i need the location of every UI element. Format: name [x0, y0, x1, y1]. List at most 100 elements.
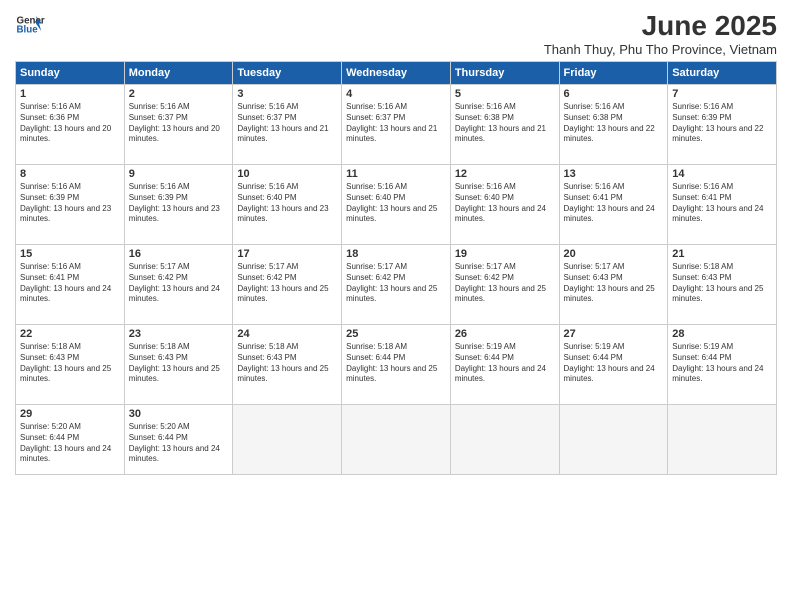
day-info: Sunrise: 5:19 AMSunset: 6:44 PMDaylight:… — [672, 342, 772, 385]
day-info: Sunrise: 5:16 AMSunset: 6:37 PMDaylight:… — [129, 102, 229, 145]
day-number: 14 — [672, 168, 772, 180]
table-row: 10 Sunrise: 5:16 AMSunset: 6:40 PMDayligh… — [233, 165, 342, 245]
table-row: 16 Sunrise: 5:17 AMSunset: 6:42 PMDayligh… — [124, 245, 233, 325]
day-number: 6 — [564, 88, 664, 100]
main-title: June 2025 — [544, 10, 777, 42]
table-row: 1Sunrise: 5:16 AMSunset: 6:36 PMDaylight… — [16, 85, 125, 165]
table-row: 17 Sunrise: 5:17 AMSunset: 6:42 PMDayligh… — [233, 245, 342, 325]
day-number: 7 — [672, 88, 772, 100]
day-info: Sunrise: 5:18 AMSunset: 6:43 PMDaylight:… — [129, 342, 229, 385]
svg-text:Blue: Blue — [17, 25, 39, 36]
day-number: 21 — [672, 248, 772, 260]
logo: General Blue — [15, 10, 45, 40]
day-info: Sunrise: 5:16 AMSunset: 6:41 PMDaylight:… — [20, 262, 120, 305]
day-info: Sunrise: 5:18 AMSunset: 6:43 PMDaylight:… — [20, 342, 120, 385]
day-info: Sunrise: 5:16 AMSunset: 6:41 PMDaylight:… — [672, 182, 772, 225]
day-info: Sunrise: 5:16 AMSunset: 6:39 PMDaylight:… — [672, 102, 772, 145]
table-row: 8 Sunrise: 5:16 AMSunset: 6:39 PMDaylight… — [16, 165, 125, 245]
day-number: 9 — [129, 168, 229, 180]
table-row: 22 Sunrise: 5:18 AMSunset: 6:43 PMDayligh… — [16, 325, 125, 405]
day-number: 2 — [129, 88, 229, 100]
table-row — [342, 405, 451, 475]
day-number: 29 — [20, 408, 120, 420]
table-row — [450, 405, 559, 475]
calendar-week-row: 1Sunrise: 5:16 AMSunset: 6:36 PMDaylight… — [16, 85, 777, 165]
day-number: 22 — [20, 328, 120, 340]
day-number: 15 — [20, 248, 120, 260]
day-number: 16 — [129, 248, 229, 260]
day-number: 27 — [564, 328, 664, 340]
day-info: Sunrise: 5:16 AMSunset: 6:37 PMDaylight:… — [237, 102, 337, 145]
calendar-week-row: 8 Sunrise: 5:16 AMSunset: 6:39 PMDaylight… — [16, 165, 777, 245]
day-number: 12 — [455, 168, 555, 180]
day-number: 8 — [20, 168, 120, 180]
day-info: Sunrise: 5:17 AMSunset: 6:42 PMDaylight:… — [129, 262, 229, 305]
day-info: Sunrise: 5:17 AMSunset: 6:42 PMDaylight:… — [346, 262, 446, 305]
table-row: 24Sunrise: 5:18 AMSunset: 6:43 PMDayligh… — [233, 325, 342, 405]
day-number: 3 — [237, 88, 337, 100]
day-number: 30 — [129, 408, 229, 420]
header: General Blue June 2025 Thanh Thuy, Phu T… — [15, 10, 777, 57]
table-row: 30Sunrise: 5:20 AMSunset: 6:44 PMDayligh… — [124, 405, 233, 475]
table-row: 6Sunrise: 5:16 AMSunset: 6:38 PMDaylight… — [559, 85, 668, 165]
title-block: June 2025 Thanh Thuy, Phu Tho Province, … — [544, 10, 777, 57]
day-info: Sunrise: 5:18 AMSunset: 6:44 PMDaylight:… — [346, 342, 446, 385]
table-row: 26 Sunrise: 5:19 AMSunset: 6:44 PMDayligh… — [450, 325, 559, 405]
table-row: 14 Sunrise: 5:16 AMSunset: 6:41 PMDayligh… — [668, 165, 777, 245]
day-info: Sunrise: 5:18 AMSunset: 6:43 PMDaylight:… — [672, 262, 772, 305]
table-row — [668, 405, 777, 475]
day-info: Sunrise: 5:16 AMSunset: 6:40 PMDaylight:… — [346, 182, 446, 225]
col-saturday: Saturday — [668, 62, 777, 85]
calendar-week-row: 15 Sunrise: 5:16 AMSunset: 6:41 PMDayligh… — [16, 245, 777, 325]
table-row: 11Sunrise: 5:16 AMSunset: 6:40 PMDayligh… — [342, 165, 451, 245]
day-number: 28 — [672, 328, 772, 340]
table-row: 12Sunrise: 5:16 AMSunset: 6:40 PMDayligh… — [450, 165, 559, 245]
day-number: 19 — [455, 248, 555, 260]
table-row: 15 Sunrise: 5:16 AMSunset: 6:41 PMDayligh… — [16, 245, 125, 325]
table-row: 23 Sunrise: 5:18 AMSunset: 6:43 PMDayligh… — [124, 325, 233, 405]
day-info: Sunrise: 5:16 AMSunset: 6:41 PMDaylight:… — [564, 182, 664, 225]
day-number: 25 — [346, 328, 446, 340]
calendar-week-row: 22 Sunrise: 5:18 AMSunset: 6:43 PMDayligh… — [16, 325, 777, 405]
table-row: 25 Sunrise: 5:18 AMSunset: 6:44 PMDayligh… — [342, 325, 451, 405]
day-number: 26 — [455, 328, 555, 340]
calendar-table: Sunday Monday Tuesday Wednesday Thursday… — [15, 61, 777, 475]
day-info: Sunrise: 5:16 AMSunset: 6:39 PMDaylight:… — [20, 182, 120, 225]
day-info: Sunrise: 5:17 AMSunset: 6:43 PMDaylight:… — [564, 262, 664, 305]
day-number: 10 — [237, 168, 337, 180]
day-number: 1 — [20, 88, 120, 100]
day-info: Sunrise: 5:17 AMSunset: 6:42 PMDaylight:… — [237, 262, 337, 305]
logo-icon: General Blue — [15, 10, 45, 40]
day-number: 20 — [564, 248, 664, 260]
table-row: 19 Sunrise: 5:17 AMSunset: 6:42 PMDayligh… — [450, 245, 559, 325]
table-row: 13 Sunrise: 5:16 AMSunset: 6:41 PMDayligh… — [559, 165, 668, 245]
subtitle: Thanh Thuy, Phu Tho Province, Vietnam — [544, 42, 777, 57]
table-row: 9Sunrise: 5:16 AMSunset: 6:39 PMDaylight… — [124, 165, 233, 245]
table-row: 2 Sunrise: 5:16 AMSunset: 6:37 PMDaylight… — [124, 85, 233, 165]
day-info: Sunrise: 5:16 AMSunset: 6:38 PMDaylight:… — [455, 102, 555, 145]
table-row: 5Sunrise: 5:16 AMSunset: 6:38 PMDaylight… — [450, 85, 559, 165]
calendar-header-row: Sunday Monday Tuesday Wednesday Thursday… — [16, 62, 777, 85]
table-row: 7 Sunrise: 5:16 AMSunset: 6:39 PMDaylight… — [668, 85, 777, 165]
calendar-week-row: 29Sunrise: 5:20 AMSunset: 6:44 PMDayligh… — [16, 405, 777, 475]
col-friday: Friday — [559, 62, 668, 85]
table-row: 3 Sunrise: 5:16 AMSunset: 6:37 PMDaylight… — [233, 85, 342, 165]
table-row: 4Sunrise: 5:16 AMSunset: 6:37 PMDaylight… — [342, 85, 451, 165]
col-sunday: Sunday — [16, 62, 125, 85]
col-tuesday: Tuesday — [233, 62, 342, 85]
table-row: 27Sunrise: 5:19 AMSunset: 6:44 PMDayligh… — [559, 325, 668, 405]
table-row: 20 Sunrise: 5:17 AMSunset: 6:43 PMDayligh… — [559, 245, 668, 325]
col-wednesday: Wednesday — [342, 62, 451, 85]
col-thursday: Thursday — [450, 62, 559, 85]
day-info: Sunrise: 5:16 AMSunset: 6:40 PMDaylight:… — [237, 182, 337, 225]
day-number: 23 — [129, 328, 229, 340]
day-info: Sunrise: 5:19 AMSunset: 6:44 PMDaylight:… — [455, 342, 555, 385]
day-number: 13 — [564, 168, 664, 180]
table-row: 18Sunrise: 5:17 AMSunset: 6:42 PMDayligh… — [342, 245, 451, 325]
day-number: 17 — [237, 248, 337, 260]
table-row — [233, 405, 342, 475]
table-row: 21 Sunrise: 5:18 AMSunset: 6:43 PMDayligh… — [668, 245, 777, 325]
day-number: 4 — [346, 88, 446, 100]
col-monday: Monday — [124, 62, 233, 85]
day-info: Sunrise: 5:17 AMSunset: 6:42 PMDaylight:… — [455, 262, 555, 305]
